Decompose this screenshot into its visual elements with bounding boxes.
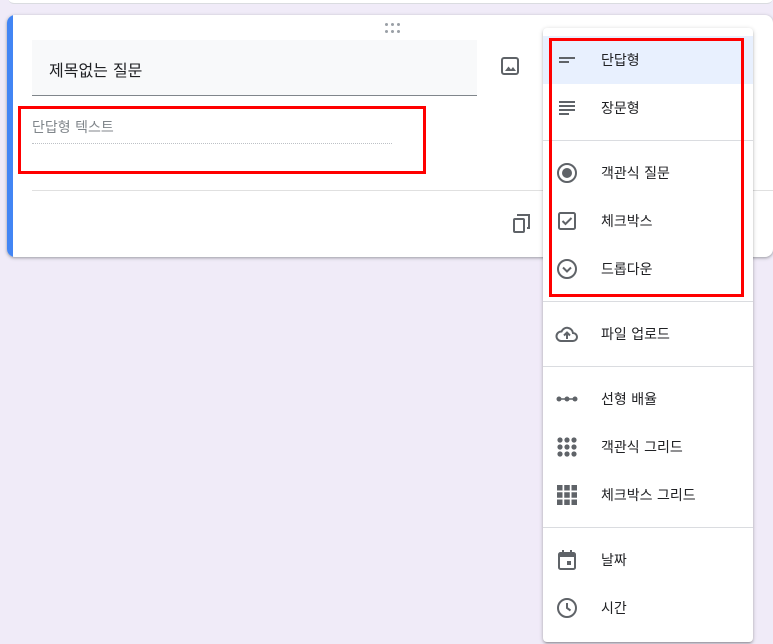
drag-handle-icon[interactable] (385, 23, 401, 33)
short-answer-icon (555, 48, 579, 72)
image-icon[interactable] (495, 51, 525, 81)
menu-divider (543, 301, 753, 302)
menu-item-paragraph[interactable]: 장문형 (543, 84, 753, 132)
menu-item-label: 체크박스 그리드 (601, 488, 696, 504)
radio-button-icon (555, 161, 579, 185)
menu-item-label: 파일 업로드 (601, 327, 670, 343)
menu-divider (543, 527, 753, 528)
clock-icon (555, 596, 579, 620)
menu-item-cloud-upload[interactable]: 파일 업로드 (543, 310, 753, 358)
menu-item-short-answer[interactable]: 단답형 (543, 36, 753, 84)
duplicate-icon[interactable] (507, 208, 537, 238)
radio-grid-icon (555, 435, 579, 459)
previous-card-edge (8, 0, 773, 4)
menu-item-label: 날짜 (601, 553, 627, 569)
menu-item-checkbox[interactable]: 체크박스 (543, 197, 753, 245)
question-type-menu[interactable]: 단답형장문형객관식 질문체크박스드롭다운파일 업로드선형 배율객관식 그리드체크… (543, 28, 753, 642)
menu-item-radio-button[interactable]: 객관식 질문 (543, 149, 753, 197)
menu-divider (543, 140, 753, 141)
menu-item-calendar[interactable]: 날짜 (543, 536, 753, 584)
linear-scale-icon (555, 387, 579, 411)
menu-item-label: 단답형 (601, 53, 640, 69)
menu-item-label: 객관식 그리드 (601, 440, 683, 456)
checkbox-grid-icon (555, 483, 579, 507)
calendar-icon (555, 548, 579, 572)
menu-item-radio-grid[interactable]: 객관식 그리드 (543, 423, 753, 471)
question-title-input[interactable]: 제목없는 질문 (32, 40, 477, 96)
menu-item-label: 시간 (601, 601, 627, 617)
menu-item-label: 선형 배율 (601, 392, 657, 408)
short-answer-placeholder: 단답형 텍스트 (32, 117, 392, 144)
dropdown-icon (555, 257, 579, 281)
cloud-upload-icon (555, 322, 579, 346)
menu-item-clock[interactable]: 시간 (543, 584, 753, 632)
menu-item-label: 객관식 질문 (601, 166, 670, 182)
checkbox-icon (555, 209, 579, 233)
menu-item-dropdown[interactable]: 드롭다운 (543, 245, 753, 293)
menu-item-label: 체크박스 (601, 214, 653, 230)
menu-item-label: 드롭다운 (601, 262, 653, 278)
menu-item-label: 장문형 (601, 101, 640, 117)
menu-item-checkbox-grid[interactable]: 체크박스 그리드 (543, 471, 753, 519)
menu-item-linear-scale[interactable]: 선형 배율 (543, 375, 753, 423)
paragraph-icon (555, 96, 579, 120)
menu-divider (543, 366, 753, 367)
active-indicator (7, 15, 13, 257)
